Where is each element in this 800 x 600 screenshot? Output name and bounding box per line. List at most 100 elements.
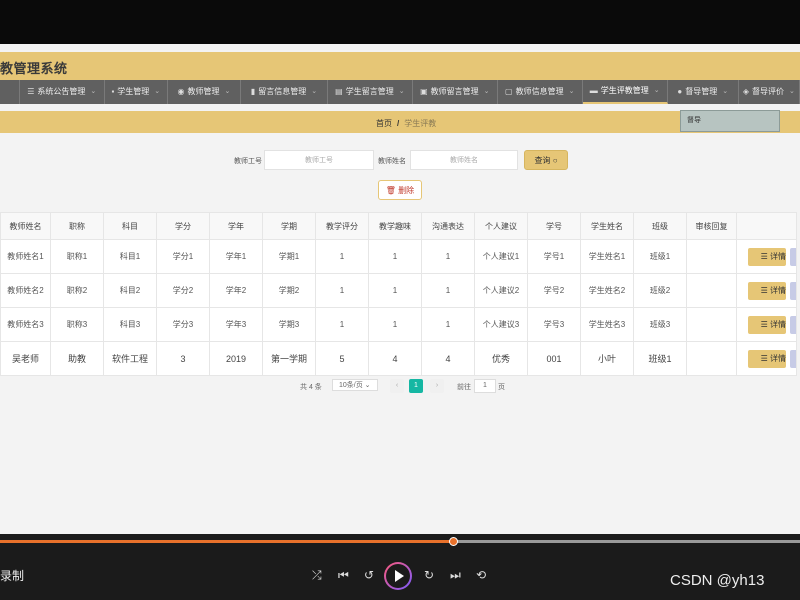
detail-button[interactable]: ☰ 详情 — [748, 281, 786, 300]
row-actions: ☰ 详情 — [736, 307, 797, 342]
nav-item-2[interactable]: ▪ 学生管理 ⌄ — [105, 80, 168, 104]
chevron-down-icon: ⌄ — [653, 87, 660, 94]
loop-icon[interactable]: ⟲ — [476, 568, 486, 582]
shuffle-icon[interactable]: ⤮ — [312, 568, 322, 583]
detail-button[interactable]: ☰ 详情 — [748, 349, 786, 368]
chevron-down-icon: ⌄ — [311, 88, 318, 95]
table-cell — [686, 273, 737, 308]
app-header: 教管理系统 — [0, 52, 800, 80]
goto-label: 前往 — [457, 384, 471, 391]
breadcrumb-home[interactable]: 首页 — [376, 119, 392, 128]
record-label: 录制 — [0, 569, 25, 583]
chevron-down-icon: ⌄ — [90, 88, 97, 95]
progress-knob[interactable] — [449, 537, 459, 546]
table-cell: 学期3 — [262, 307, 316, 342]
goto-page-input[interactable]: 1 — [474, 379, 496, 393]
forward-icon[interactable]: ↻ — [424, 568, 434, 582]
page-size-select[interactable]: 10条/页 ⌄ — [332, 379, 378, 391]
app-title: 教管理系统 — [0, 61, 68, 76]
table-cell: 学号3 — [527, 307, 581, 342]
edit-button-partial[interactable] — [790, 247, 796, 266]
teacher-name-input[interactable]: 教师姓名 — [410, 150, 518, 170]
nav-icon: ▤ — [335, 87, 343, 96]
teacher-name-label: 教师姓名 — [378, 158, 406, 165]
table-cell: 学号2 — [527, 273, 581, 308]
nav-item-9[interactable]: ● 督导管理 ⌄ — [668, 80, 739, 104]
current-page-button[interactable]: 1 — [409, 379, 423, 393]
column-header: 教学评分 — [315, 212, 369, 240]
edit-button-partial[interactable] — [790, 315, 796, 334]
table-cell: 第一学期 — [262, 341, 316, 376]
nav-icon: ▣ — [420, 87, 428, 96]
delete-button[interactable]: 🗑 删除 — [378, 180, 422, 200]
table-cell: 教师姓名2 — [0, 273, 51, 308]
page-size-value: 10条/页 — [339, 382, 363, 389]
play-button[interactable] — [384, 562, 412, 590]
progress-fill — [0, 540, 455, 543]
dropdown-item[interactable]: 督导 — [687, 115, 701, 125]
chevron-down-icon: ⌄ — [154, 88, 161, 95]
table-cell: 1 — [368, 273, 422, 308]
table-row: 教师姓名2 职称2 科目2 学分2 学年2 学期2 1 1 1 个人建议2 学号2 学生姓名2 班级2 ☰… — [0, 273, 797, 308]
column-header: 学生姓名 — [580, 212, 634, 240]
table-cell: 1 — [315, 273, 369, 308]
table-cell: 学分3 — [156, 307, 210, 342]
table-cell: 学生姓名3 — [580, 307, 634, 342]
video-player-bar: 录制 ⤮ ⏮ ↺ ↻ ⏭ ⟲ CSDN @yh13 — [0, 534, 800, 600]
table-cell: 1 — [368, 307, 422, 342]
table-row: 教师姓名1 职称1 科目1 学分1 学年1 学期1 1 1 1 个人建议1 学号1 学生姓名1 班级1 ☰… — [0, 239, 797, 274]
table-cell: 1 — [368, 239, 422, 274]
search-button[interactable]: 查询 ○ — [524, 150, 568, 170]
app-window: 教管理系统 ☰ 系统公告管理 ⌄ ▪ 学生管理 ⌄ ◉ 教师管理 ⌄ ▮ 留言信息管理 ⌄ ▤ 学生留言管… — [0, 44, 800, 534]
nav-item-label: 系统公告管理 — [37, 87, 86, 96]
nav-item-5[interactable]: ▤ 学生留言管理 ⌄ — [328, 80, 413, 104]
edit-button-partial[interactable] — [790, 349, 796, 368]
nav-icon: ▢ — [505, 87, 513, 96]
nav-item-label: 学生留言管理 — [345, 87, 394, 96]
chevron-down-icon: ⌄ — [483, 88, 490, 95]
nav-item-8[interactable]: ▬ 学生评教管理 ⌄ — [582, 80, 668, 104]
table-cell — [686, 307, 737, 342]
nav-item-label: 教师信息管理 — [515, 87, 564, 96]
rewind-icon[interactable]: ↺ — [364, 568, 374, 582]
nav-icon: ▬ — [589, 86, 598, 95]
table-cell: 3 — [156, 341, 210, 376]
prev-page-button[interactable]: ‹ — [390, 379, 404, 393]
search-form: 教师工号 教师工号 教师姓名 教师姓名 查询 ○ — [0, 150, 800, 172]
next-page-button[interactable]: › — [430, 379, 444, 393]
nav-icon: ▪ — [111, 87, 115, 96]
table-cell: 1 — [315, 307, 369, 342]
teacher-id-input[interactable]: 教师工号 — [264, 150, 374, 170]
table-cell: 职称2 — [50, 273, 104, 308]
table-cell: 学期1 — [262, 239, 316, 274]
detail-button[interactable]: ☰ 详情 — [748, 315, 786, 334]
nav-item-0[interactable] — [0, 80, 20, 104]
pagination: 共 4 条 10条/页 ⌄ ‹ 1 › 前往 1 页 — [0, 378, 800, 394]
nav-item-4[interactable]: ▮ 留言信息管理 ⌄ — [241, 80, 328, 104]
table-cell: 吴老师 — [0, 341, 51, 376]
column-header: 学期 — [262, 212, 316, 240]
nav-item-label: 学生管理 — [117, 87, 150, 96]
column-header: 科目 — [103, 212, 157, 240]
table-cell: 001 — [527, 341, 581, 376]
next-icon[interactable]: ⏭ — [450, 568, 461, 583]
previous-icon[interactable]: ⏮ — [338, 568, 349, 583]
nav-item-6[interactable]: ▣ 教师留言管理 ⌄ — [413, 80, 498, 104]
row-actions: ☰ 详情 — [736, 239, 797, 274]
nav-icon: ☰ — [27, 87, 35, 96]
edit-button-partial[interactable] — [790, 281, 796, 300]
nav-item-10[interactable]: ◈ 督导评价 ⌄ — [739, 80, 800, 104]
nav-item-3[interactable]: ◉ 教师管理 ⌄ — [168, 80, 242, 104]
column-header: 沟通表达 — [421, 212, 475, 240]
column-header: 学号 — [527, 212, 581, 240]
chevron-down-icon: ⌄ — [568, 88, 575, 95]
table-cell: 优秀 — [474, 341, 528, 376]
table-cell: 学分2 — [156, 273, 210, 308]
nav-icon: ▮ — [250, 87, 256, 96]
table-cell: 教师姓名1 — [0, 239, 51, 274]
detail-button[interactable]: ☰ 详情 — [748, 247, 786, 266]
table-cell: 2019 — [209, 341, 263, 376]
nav-item-7[interactable]: ▢ 教师信息管理 ⌄ — [498, 80, 583, 104]
nav-item-1[interactable]: ☰ 系统公告管理 ⌄ — [20, 80, 105, 104]
column-header: 学年 — [209, 212, 263, 240]
